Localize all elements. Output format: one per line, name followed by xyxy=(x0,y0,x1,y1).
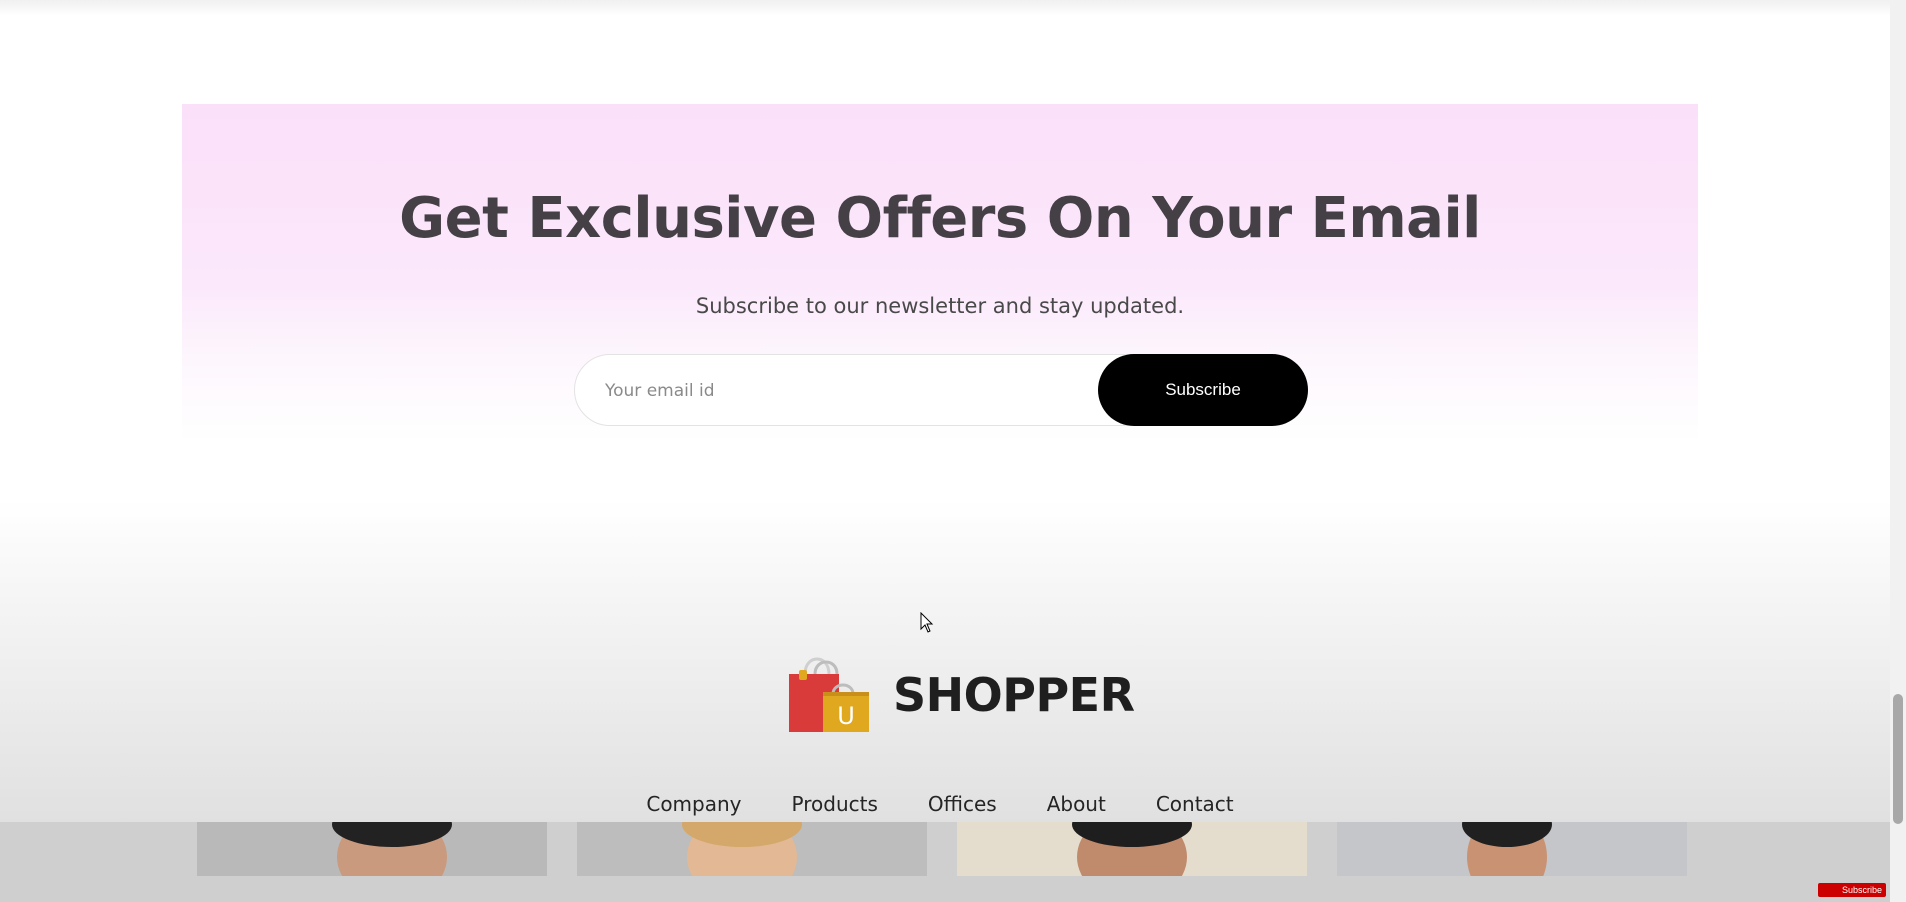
mouse-pointer-icon xyxy=(920,611,934,639)
footer-link-offices[interactable]: Offices xyxy=(928,792,997,816)
newsletter-form: Subscribe xyxy=(574,354,1308,427)
video-thumbnail[interactable] xyxy=(1337,822,1687,876)
scrollbar-thumb[interactable] xyxy=(1893,694,1903,824)
newsletter-title: Get Exclusive Offers On Your Email xyxy=(399,186,1481,251)
scrollbar-track[interactable] xyxy=(1890,0,1906,902)
shopping-bag-icon: U xyxy=(787,652,871,739)
video-thumbnail[interactable] xyxy=(197,822,547,876)
footer-link-about[interactable]: About xyxy=(1047,792,1106,816)
video-thumbnail[interactable] xyxy=(577,822,927,876)
youtube-subscribe-badge[interactable]: Subscribe xyxy=(1818,883,1886,897)
brand-name: SHOPPER xyxy=(893,668,1135,722)
newsletter-subtitle: Subscribe to our newsletter and stay upd… xyxy=(695,294,1185,318)
subscribe-button[interactable]: Subscribe xyxy=(1098,354,1308,426)
top-fade xyxy=(0,0,1890,16)
email-input[interactable] xyxy=(603,355,1087,427)
video-thumbnail[interactable] xyxy=(957,822,1307,876)
footer-link-contact[interactable]: Contact xyxy=(1156,792,1234,816)
logo-letter: U xyxy=(837,702,855,730)
footer-link-company[interactable]: Company xyxy=(646,792,741,816)
footer-links: Company Products Offices About Contact xyxy=(640,792,1240,816)
footer-link-products[interactable]: Products xyxy=(792,792,878,816)
newsletter-section: Get Exclusive Offers On Your Email Subsc… xyxy=(182,104,1698,502)
footer-brand[interactable]: U SHOPPER xyxy=(787,654,1135,736)
